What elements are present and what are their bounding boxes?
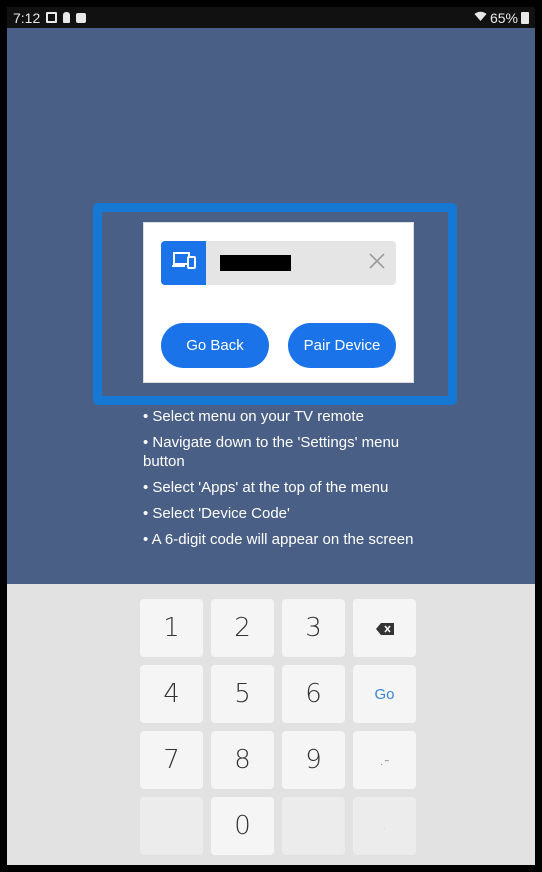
pairing-instructions: • Select menu on your TV remote • Naviga… — [143, 407, 433, 556]
instruction-item: • A 6-digit code will appear on the scre… — [143, 531, 414, 548]
key-5[interactable]: 5 — [211, 665, 274, 723]
key-1[interactable]: 1 — [140, 599, 203, 657]
close-icon — [369, 252, 385, 274]
status-bar: 7:12 65% — [7, 7, 535, 28]
status-time: 7:12 — [13, 9, 41, 26]
key-7[interactable]: 7 — [140, 731, 203, 789]
screen: 7:12 65% Go Back Pair Device • Select me… — [0, 0, 542, 872]
device-name-value — [220, 255, 291, 271]
battery-icon — [521, 11, 529, 24]
pair-device-button[interactable]: Pair Device — [288, 323, 396, 368]
app-notification-icon — [76, 12, 87, 23]
device-icon-badge — [161, 241, 206, 285]
key-2[interactable]: 2 — [211, 599, 274, 657]
key-3[interactable]: 3 — [282, 599, 345, 657]
go-back-button[interactable]: Go Back — [161, 323, 269, 368]
key-8[interactable]: 8 — [211, 731, 274, 789]
clear-button[interactable] — [368, 252, 386, 274]
key-6[interactable]: 6 — [282, 665, 345, 723]
status-right: 65% — [474, 10, 529, 26]
person-notification-icon — [63, 12, 71, 23]
instruction-item: • Navigate down to the 'Settings' menu b… — [143, 434, 400, 470]
wifi-icon — [474, 11, 487, 25]
device-name-field[interactable] — [161, 241, 396, 285]
instruction-item: • Select 'Device Code' — [143, 505, 290, 522]
instruction-item: • Select 'Apps' at the top of the menu — [143, 479, 389, 496]
instruction-item: • Select menu on your TV remote — [143, 408, 364, 425]
devices-icon — [171, 251, 196, 275]
period-key[interactable]: . — [353, 797, 416, 855]
symbol-key[interactable]: .- — [353, 731, 416, 789]
backspace-icon — [375, 613, 395, 643]
numeric-keypad: 1 2 3 4 5 6 Go 7 8 9 .- 0 . — [7, 584, 535, 865]
key-9[interactable]: 9 — [282, 731, 345, 789]
backspace-key[interactable] — [353, 599, 416, 657]
gallery-notification-icon — [46, 12, 58, 23]
battery-percent: 65% — [489, 9, 518, 26]
pair-device-dialog: Go Back Pair Device — [143, 222, 414, 383]
key-0[interactable]: 0 — [211, 797, 274, 855]
blank-key — [282, 797, 345, 855]
key-4[interactable]: 4 — [140, 665, 203, 723]
blank-key — [140, 797, 203, 855]
go-key[interactable]: Go — [353, 665, 416, 723]
